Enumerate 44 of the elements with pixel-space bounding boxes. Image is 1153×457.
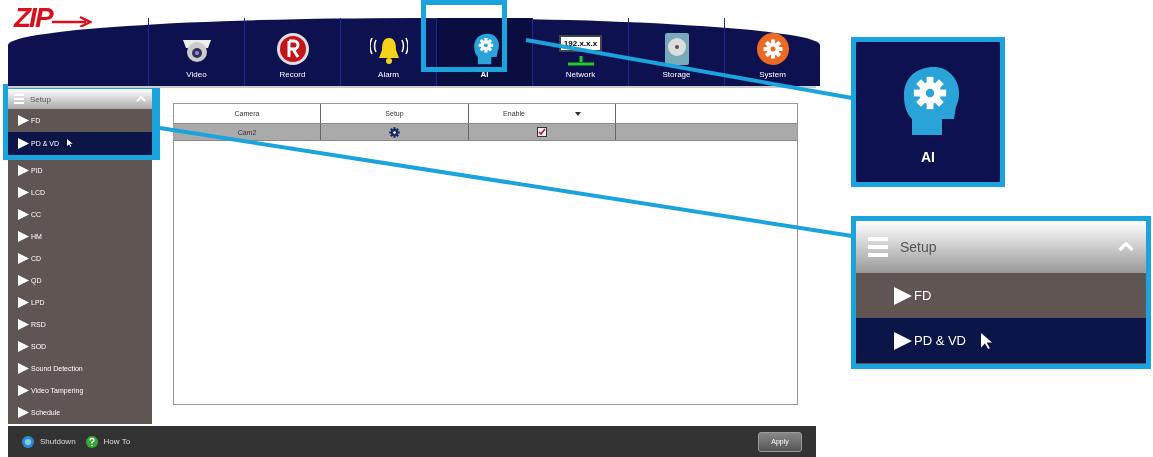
how-to-button[interactable]: How To xyxy=(103,437,131,446)
menu-icon xyxy=(868,237,888,257)
help-icon xyxy=(85,435,98,448)
power-icon xyxy=(22,435,34,448)
chevron-up-icon xyxy=(1118,242,1134,252)
shutdown-button[interactable]: Shutdown xyxy=(40,437,76,446)
nav-tab[interactable]: Record xyxy=(244,18,340,86)
triangle-icon xyxy=(18,297,29,309)
menu-icon xyxy=(14,94,24,104)
triangle-icon xyxy=(18,187,29,199)
sidebar-item[interactable]: PD & VD xyxy=(856,318,1146,363)
dropdown-caret-icon xyxy=(574,111,581,116)
sidebar-item[interactable]: FD xyxy=(856,273,1146,318)
triangle-icon xyxy=(18,253,29,265)
triangle-icon xyxy=(18,137,29,149)
settings-icon xyxy=(389,126,400,138)
triangle-icon xyxy=(18,407,29,419)
triangle-icon xyxy=(18,385,29,397)
nav-tab[interactable]: AI xyxy=(436,18,532,86)
cursor-icon xyxy=(980,332,992,349)
triangle-icon xyxy=(18,319,29,331)
checkbox[interactable] xyxy=(537,127,547,137)
chevron-up-icon xyxy=(136,96,146,102)
logo: ZIP xyxy=(14,2,92,34)
triangle-icon xyxy=(18,275,29,287)
nav-tab[interactable]: Storage xyxy=(628,18,724,86)
sidebar-header[interactable]: Setup xyxy=(856,221,1146,273)
triangle-icon xyxy=(18,114,29,126)
triangle-icon xyxy=(18,209,29,221)
ai-label: AI xyxy=(921,149,935,165)
triangle-icon xyxy=(894,331,912,350)
nav-tab[interactable]: System xyxy=(724,18,820,86)
sidebar-header[interactable]: Setup xyxy=(8,89,152,109)
nav-tab[interactable]: Video xyxy=(148,18,244,86)
triangle-icon xyxy=(18,363,29,375)
triangle-icon xyxy=(18,165,29,177)
gear-icon xyxy=(755,32,790,66)
record-icon xyxy=(275,32,310,66)
triangle-icon xyxy=(18,231,29,243)
triangle-icon xyxy=(18,341,29,353)
cursor-icon xyxy=(67,139,73,148)
nav-tab[interactable]: 192.x.x.x Network xyxy=(532,18,628,86)
triangle-icon xyxy=(894,286,912,305)
network-connector-icon xyxy=(565,56,596,66)
